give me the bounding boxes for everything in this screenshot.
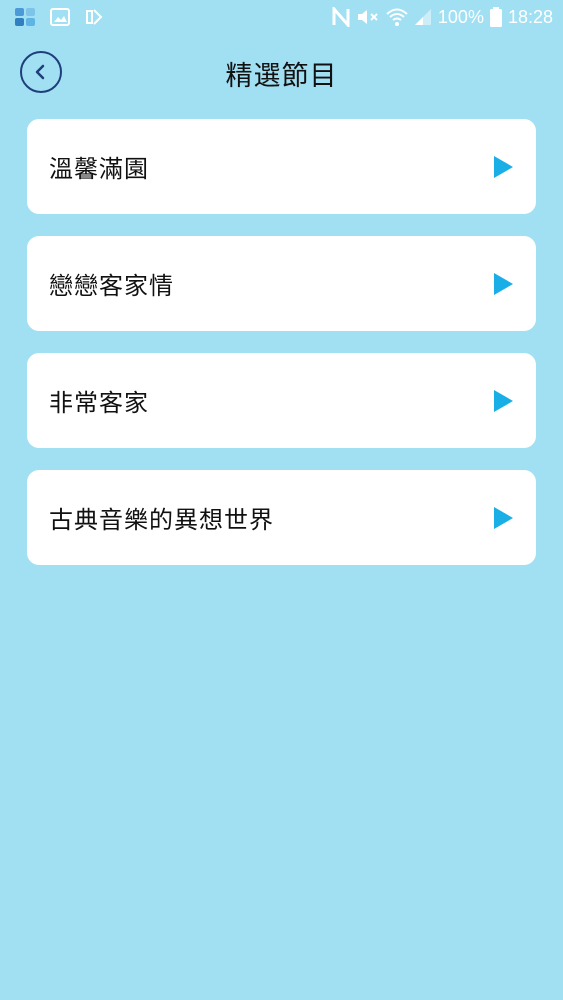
- signal-icon: [414, 8, 432, 26]
- battery-percent: 100%: [437, 6, 484, 27]
- status-left: [14, 7, 104, 27]
- program-item-label: 古典音樂的異想世界: [49, 506, 274, 534]
- program-item[interactable]: 非常客家: [27, 353, 536, 448]
- app-icon: [14, 7, 36, 27]
- status-time: 18:28: [507, 6, 553, 27]
- page-title: 精選節目: [225, 61, 338, 92]
- program-item-label: 溫馨滿園: [49, 155, 149, 183]
- gallery-icon: [50, 8, 70, 26]
- status-right: 100% 18:28: [332, 7, 553, 28]
- mute-icon: [356, 7, 380, 27]
- program-list: 溫馨滿園 戀戀客家情 非常客家 古典音樂的異想世界: [27, 119, 536, 587]
- program-item[interactable]: 溫馨滿園: [27, 119, 536, 214]
- wifi-icon: [386, 7, 408, 27]
- play-icon[interactable]: [492, 272, 514, 296]
- program-item[interactable]: 古典音樂的異想世界: [27, 470, 536, 565]
- play-icon[interactable]: [492, 155, 514, 179]
- play-icon[interactable]: [492, 506, 514, 530]
- play-icon[interactable]: [492, 389, 514, 413]
- battery-icon: [489, 7, 502, 27]
- program-item-label: 非常客家: [49, 389, 149, 417]
- nfc-icon: [332, 7, 350, 27]
- program-item[interactable]: 戀戀客家情: [27, 236, 536, 331]
- app-icon: [84, 7, 104, 27]
- program-item-label: 戀戀客家情: [49, 272, 174, 300]
- status-bar: 100% 18:28: [0, 0, 563, 34]
- header: 精選節目: [0, 44, 563, 100]
